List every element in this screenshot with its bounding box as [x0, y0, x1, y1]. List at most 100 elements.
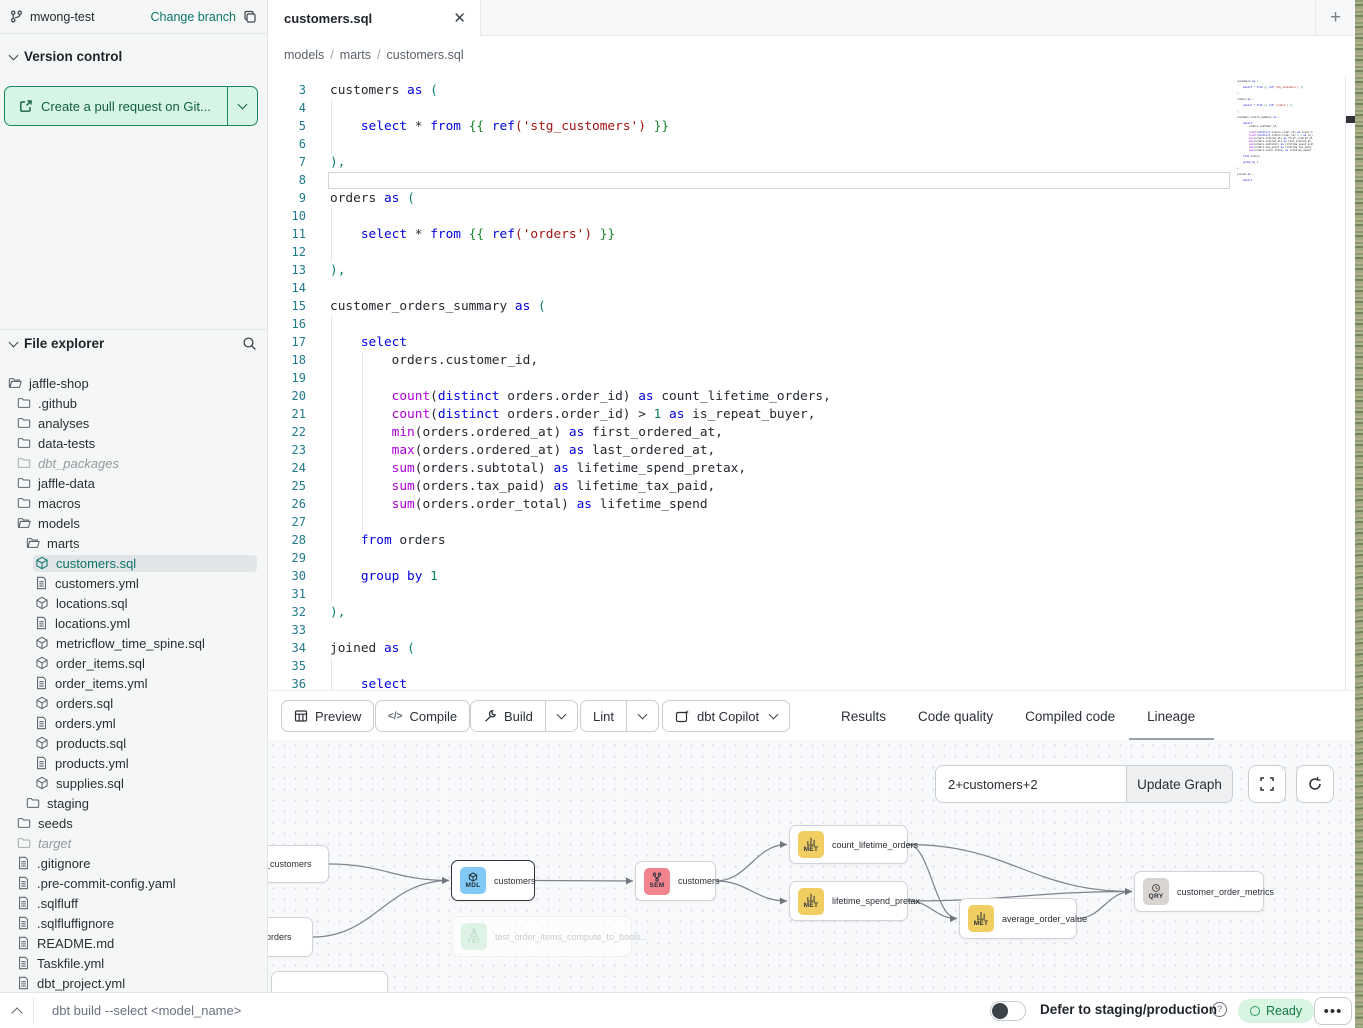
code-line-27: 27 [268, 514, 1355, 532]
file-tree-item-dbt-packages[interactable]: dbt_packages [0, 453, 267, 473]
file-tree-item-marts[interactable]: marts [0, 533, 267, 553]
fullscreen-icon[interactable] [1248, 765, 1286, 803]
doc-icon [17, 976, 30, 990]
pr-button-label: Create a pull request on Git... [41, 99, 211, 114]
lineage-panel[interactable]: MDLstg_customers MDLorders MDLcustomers TST… [268, 740, 1355, 992]
file-tree-item-models[interactable]: models [0, 513, 267, 533]
tab-code-quality[interactable]: Code quality [918, 691, 993, 741]
file-tree-item-locations-yml[interactable]: locations.yml [0, 613, 267, 633]
file-tree-item-supplies-sql[interactable]: supplies.sql [0, 773, 267, 793]
new-tab-button[interactable]: + [1315, 0, 1355, 36]
defer-label: Defer to staging/production [1040, 1002, 1217, 1017]
copilot-label: dbt Copilot [697, 709, 759, 724]
lineage-node-customer_order_metrics[interactable]: QRYcustomer_order_metrics [1134, 871, 1264, 912]
pr-button-dropdown[interactable] [227, 87, 257, 125]
file-tree-item-customers-sql[interactable]: customers.sql [0, 553, 267, 573]
folder-icon [17, 436, 31, 450]
build-button-group[interactable]: Build [470, 700, 578, 732]
file-tree-item-locations-sql[interactable]: locations.sql [0, 593, 267, 613]
file-explorer-header[interactable]: File explorer [10, 336, 257, 351]
lint-dropdown[interactable] [626, 701, 658, 731]
build-dropdown[interactable] [545, 701, 577, 731]
file-tree-item-macros[interactable]: macros [0, 493, 267, 513]
breadcrumb: models/ marts/ customers.sql [284, 48, 464, 62]
collapse-panel-icon[interactable] [6, 1001, 28, 1021]
cli-command-text[interactable]: dbt build --select <model_name> [52, 1003, 241, 1018]
file-tree-item-taskfile-yml[interactable]: Taskfile.yml [0, 953, 267, 973]
wrench-icon [483, 709, 497, 723]
lint-button[interactable]: Lint [581, 701, 626, 731]
file-tree-item-metricflow-time-spine-sql[interactable]: metricflow_time_spine.sql [0, 633, 267, 653]
dbt-copilot-button[interactable]: dbt Copilot [662, 700, 790, 732]
lineage-node-test_ghost[interactable]: TSTtest_order_items_compute_to_bools... [452, 916, 632, 957]
file-tree-item-target[interactable]: target [0, 833, 267, 853]
breadcrumb-marts[interactable]: marts [340, 48, 371, 62]
preview-button[interactable]: Preview [281, 700, 374, 732]
code-line-16: 16 [268, 316, 1355, 334]
help-icon[interactable]: ? [1212, 1002, 1227, 1017]
file-tree-item--sqlfluff[interactable]: .sqlfluff [0, 893, 267, 913]
compile-button[interactable]: </> Compile [375, 700, 470, 732]
lineage-node-label: customers [678, 876, 720, 886]
file-tree-item--pre-commit-config-yaml[interactable]: .pre-commit-config.yaml [0, 873, 267, 893]
file-tree-item-data-tests[interactable]: data-tests [0, 433, 267, 453]
file-tree-item--sqlfluffignore[interactable]: .sqlfluffignore [0, 913, 267, 933]
chevron-down-icon [769, 710, 779, 720]
lineage-node-average_order_value[interactable]: METaverage_order_value [959, 898, 1077, 939]
chevron-down-icon [9, 337, 19, 347]
file-tree-label: jaffle-shop [29, 376, 89, 391]
lineage-node-customers_mdl[interactable]: MDLcustomers [451, 860, 535, 901]
copy-icon[interactable] [243, 10, 257, 24]
doc-icon [35, 716, 48, 730]
code-lines: 3customers as (45 select * from {{ ref('… [268, 76, 1355, 690]
minimap[interactable]: customers as ( select * from {{ ref('stg… [1235, 80, 1313, 182]
file-tree-item-order-items-sql[interactable]: order_items.sql [0, 653, 267, 673]
lineage-node-count_lifetime_orders[interactable]: METcount_lifetime_orders [789, 825, 908, 864]
change-branch-link[interactable]: Change branch [151, 10, 236, 24]
more-options-button[interactable]: ••• [1314, 997, 1352, 1025]
file-tree-item-analyses[interactable]: analyses [0, 413, 267, 433]
preview-label: Preview [315, 709, 361, 724]
file-tree-item-seeds[interactable]: seeds [0, 813, 267, 833]
file-tree-label: dbt_project.yml [37, 976, 125, 991]
file-tree-item-readme-md[interactable]: README.md [0, 933, 267, 953]
code-line-14: 14 [268, 280, 1355, 298]
file-tree-item-jaffle-data[interactable]: jaffle-data [0, 473, 267, 493]
close-icon[interactable]: ✕ [453, 11, 466, 26]
file-tree-item--github[interactable]: .github [0, 393, 267, 413]
lineage-node-clipped_node[interactable] [271, 971, 388, 992]
file-tree-item-staging[interactable]: staging [0, 793, 267, 813]
refresh-icon[interactable] [1296, 765, 1334, 803]
file-tree-item-jaffle-shop[interactable]: jaffle-shop [0, 373, 267, 393]
file-tree-item-products-sql[interactable]: products.sql [0, 733, 267, 753]
file-tree-label: data-tests [38, 436, 95, 451]
version-control-header[interactable]: Version control [10, 49, 122, 64]
lineage-node-stg_customers[interactable]: MDLstg_customers [268, 845, 329, 883]
file-tree-item-order-items-yml[interactable]: order_items.yml [0, 673, 267, 693]
file-tree-item-products-yml[interactable]: products.yml [0, 753, 267, 773]
lint-button-group[interactable]: Lint [580, 700, 659, 732]
tab-lineage[interactable]: Lineage [1147, 691, 1195, 741]
file-tree-item-dbt-project-yml[interactable]: dbt_project.yml [0, 973, 267, 992]
lineage-node-orders_src[interactable]: MDLorders [268, 917, 313, 957]
create-pull-request-button[interactable]: Create a pull request on Git... [4, 86, 258, 126]
tab-customers-sql[interactable]: customers.sql ✕ [268, 0, 481, 36]
tab-compiled-code[interactable]: Compiled code [1025, 691, 1115, 741]
file-tree-item-orders-sql[interactable]: orders.sql [0, 693, 267, 713]
build-button[interactable]: Build [471, 701, 545, 731]
code-editor[interactable]: 3customers as (45 select * from {{ ref('… [268, 76, 1355, 690]
lineage-node-lifetime_spend_pretax[interactable]: METlifetime_spend_pretax [789, 881, 908, 921]
search-icon[interactable] [242, 336, 257, 351]
file-tree-item-customers-yml[interactable]: customers.yml [0, 573, 267, 593]
file-tree-item--gitignore[interactable]: .gitignore [0, 853, 267, 873]
tab-results[interactable]: Results [841, 691, 886, 741]
code-line-9: 9orders as ( [268, 190, 1355, 208]
defer-toggle[interactable] [990, 1001, 1026, 1021]
file-tree-item-orders-yml[interactable]: orders.yml [0, 713, 267, 733]
breadcrumb-models[interactable]: models [284, 48, 324, 62]
lineage-search-input[interactable] [936, 766, 1126, 802]
lineage-node-customers_sem[interactable]: SEMcustomers [635, 861, 716, 901]
update-graph-button[interactable]: Update Graph [1126, 766, 1232, 802]
editor-scrollbar-thumb[interactable] [1346, 116, 1355, 123]
breadcrumb-file[interactable]: customers.sql [387, 48, 464, 62]
